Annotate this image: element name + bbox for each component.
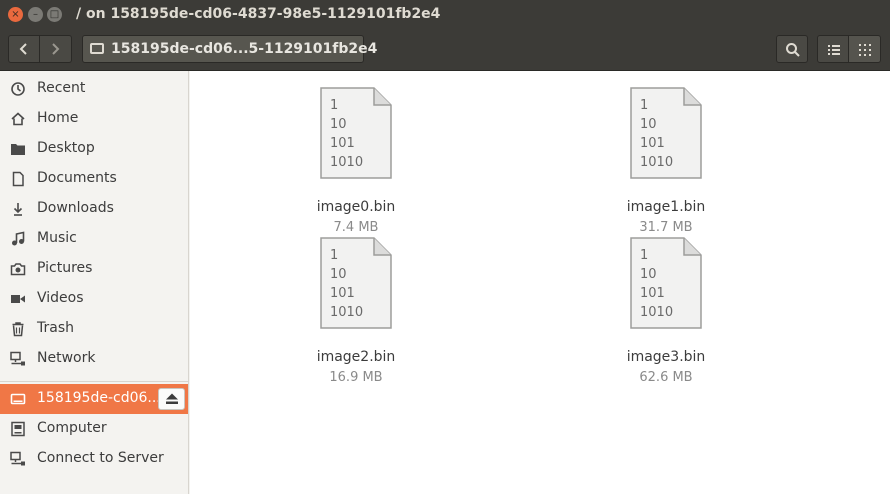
binary-line: 1 bbox=[640, 248, 648, 263]
binary-line: 1010 bbox=[640, 305, 673, 320]
binary-line: 1010 bbox=[330, 155, 363, 170]
sidebar-item-trash[interactable]: Trash bbox=[0, 314, 188, 344]
camera-icon bbox=[10, 263, 26, 276]
sidebar-item-documents[interactable]: Documents bbox=[0, 164, 188, 194]
file-name: image2.bin bbox=[316, 349, 396, 365]
binary-line: 10 bbox=[640, 267, 657, 282]
sidebar-item-network[interactable]: Network bbox=[0, 344, 188, 374]
binary-line: 101 bbox=[330, 286, 355, 301]
binary-file-icon: 1 10 101 1010 bbox=[630, 87, 702, 179]
grid-view-button[interactable] bbox=[849, 35, 881, 63]
sidebar-item-label: Network bbox=[37, 350, 96, 366]
close-icon: × bbox=[11, 9, 20, 20]
file-view: 1 10 101 1010 image0.bin 7.4 MB 1 10 101… bbox=[190, 71, 890, 494]
maximize-window-button[interactable]: □ bbox=[47, 7, 62, 22]
forward-button[interactable] bbox=[40, 35, 72, 63]
binary-line: 1 bbox=[330, 98, 338, 113]
list-view-button[interactable] bbox=[817, 35, 849, 63]
music-icon bbox=[12, 231, 25, 246]
binary-line: 101 bbox=[640, 286, 665, 301]
sidebar-item-label: Computer bbox=[37, 420, 107, 436]
file-size: 31.7 MB bbox=[639, 220, 693, 235]
binary-line: 1010 bbox=[640, 155, 673, 170]
drive-icon bbox=[10, 393, 26, 405]
sidebar-item-music[interactable]: Music bbox=[0, 224, 188, 254]
folder-icon bbox=[11, 144, 25, 155]
minimize-icon: – bbox=[33, 9, 38, 20]
title-bar: × – □ / on 158195de-cd06-4837-98e5-11291… bbox=[0, 0, 890, 30]
eject-icon bbox=[166, 393, 178, 404]
file-item[interactable]: 1 10 101 1010 image0.bin 7.4 MB bbox=[296, 87, 416, 235]
sidebar-item-label: Desktop bbox=[37, 140, 95, 156]
file-item[interactable]: 1 10 101 1010 image1.bin 31.7 MB bbox=[606, 87, 726, 235]
file-item[interactable]: 1 10 101 1010 image3.bin 62.6 MB bbox=[606, 237, 726, 385]
sidebar-item-videos[interactable]: Videos bbox=[0, 284, 188, 314]
sidebar-item-label: Documents bbox=[37, 170, 117, 186]
clock-icon bbox=[11, 82, 25, 96]
home-icon bbox=[11, 112, 25, 126]
search-icon bbox=[786, 43, 800, 57]
binary-line: 1010 bbox=[330, 305, 363, 320]
download-icon bbox=[13, 203, 23, 216]
close-window-button[interactable]: × bbox=[8, 7, 23, 22]
binary-line: 101 bbox=[640, 136, 665, 151]
network-icon bbox=[10, 351, 25, 366]
sidebar-item-mounted-drive[interactable]: 158195de-cd06... bbox=[0, 384, 188, 414]
binary-file-icon: 1 10 101 1010 bbox=[630, 237, 702, 329]
binary-line: 10 bbox=[640, 117, 657, 132]
sidebar-item-label: 158195de-cd06... bbox=[37, 390, 161, 406]
sidebar-item-label: Recent bbox=[37, 80, 86, 96]
binary-file-icon: 1 10 101 1010 bbox=[320, 237, 392, 329]
file-size: 7.4 MB bbox=[333, 220, 379, 235]
file-name: image3.bin bbox=[626, 349, 706, 365]
sidebar-item-label: Music bbox=[37, 230, 77, 246]
list-view-icon bbox=[828, 45, 840, 55]
file-name: image0.bin bbox=[316, 199, 396, 215]
sidebar-item-label: Downloads bbox=[37, 200, 114, 216]
path-bar-button[interactable]: 158195de-cd06...5-1129101fb2e4 bbox=[82, 35, 377, 63]
grid-view-icon bbox=[859, 44, 871, 56]
file-name: image1.bin bbox=[626, 199, 706, 215]
sidebar-item-desktop[interactable]: Desktop bbox=[0, 134, 188, 164]
sidebar: Recent Home Desktop Documents Downloads … bbox=[0, 71, 189, 494]
chevron-left-icon bbox=[19, 43, 27, 55]
chevron-right-icon bbox=[52, 43, 60, 55]
sidebar-item-label: Connect to Server bbox=[37, 450, 164, 466]
sidebar-item-pictures[interactable]: Pictures bbox=[0, 254, 188, 284]
binary-line: 10 bbox=[330, 267, 347, 282]
file-size: 16.9 MB bbox=[329, 370, 383, 385]
toolbar: 158195de-cd06...5-1129101fb2e4 bbox=[0, 30, 890, 71]
minimize-window-button[interactable]: – bbox=[28, 7, 43, 22]
eject-button[interactable] bbox=[158, 388, 185, 410]
sidebar-divider bbox=[0, 381, 188, 382]
trash-icon bbox=[12, 322, 24, 337]
file-item[interactable]: 1 10 101 1010 image2.bin 16.9 MB bbox=[296, 237, 416, 385]
binary-line: 10 bbox=[330, 117, 347, 132]
search-button[interactable] bbox=[776, 35, 808, 63]
maximize-icon: □ bbox=[49, 9, 60, 20]
binary-line: 1 bbox=[330, 248, 338, 263]
document-icon bbox=[12, 171, 24, 187]
binary-line: 101 bbox=[330, 136, 355, 151]
path-bar-label: 158195de-cd06...5-1129101fb2e4 bbox=[111, 41, 378, 57]
sidebar-item-label: Videos bbox=[37, 290, 84, 306]
back-button[interactable] bbox=[8, 35, 40, 63]
server-icon bbox=[10, 451, 25, 466]
window-title: / on 158195de-cd06-4837-98e5-1129101fb2e… bbox=[76, 6, 441, 22]
computer-icon bbox=[11, 421, 25, 437]
video-icon bbox=[11, 295, 25, 303]
binary-line: 1 bbox=[640, 98, 648, 113]
sidebar-item-recent[interactable]: Recent bbox=[0, 74, 188, 104]
sidebar-item-computer[interactable]: Computer bbox=[0, 414, 188, 444]
sidebar-item-label: Trash bbox=[37, 320, 74, 336]
sidebar-item-label: Home bbox=[37, 110, 79, 126]
sidebar-item-label: Pictures bbox=[37, 260, 93, 276]
sidebar-item-downloads[interactable]: Downloads bbox=[0, 194, 188, 224]
file-size: 62.6 MB bbox=[639, 370, 693, 385]
sidebar-item-connect-to-server[interactable]: Connect to Server bbox=[0, 444, 188, 474]
binary-file-icon: 1 10 101 1010 bbox=[320, 87, 392, 179]
sidebar-item-home[interactable]: Home bbox=[0, 104, 188, 134]
drive-icon bbox=[90, 43, 104, 54]
